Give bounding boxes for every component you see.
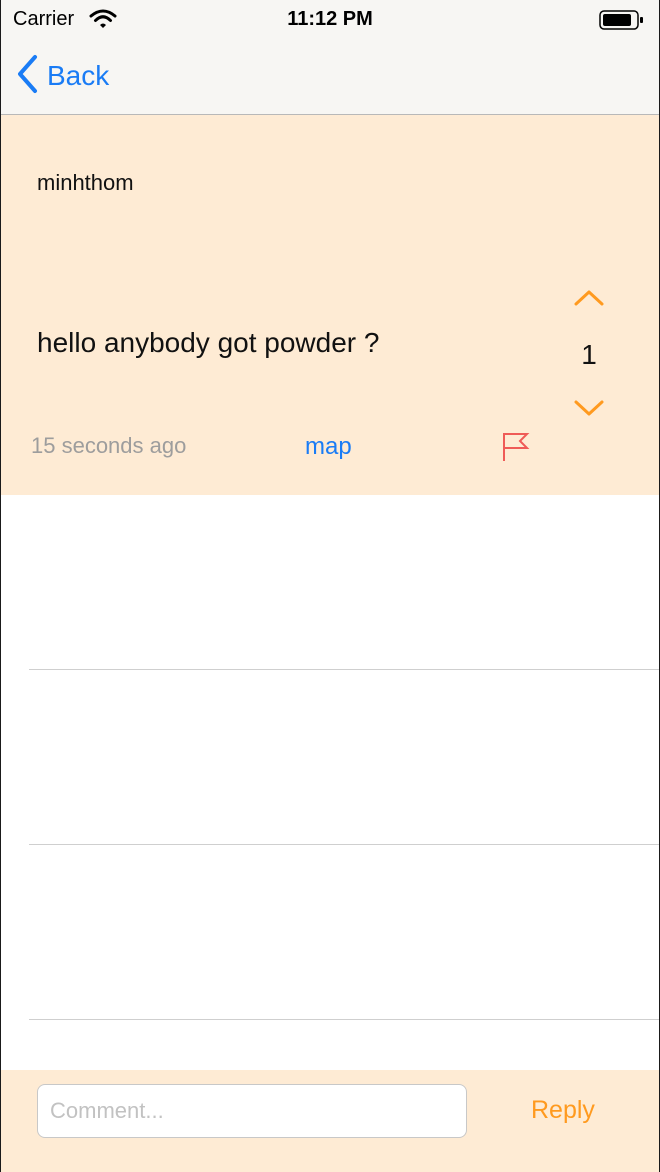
list-item[interactable] [1,670,659,845]
status-bar: Carrier 11:12 PM [1,0,659,40]
row-divider [29,1019,659,1020]
post-username: minhthom [37,170,134,195]
list-item[interactable] [1,845,659,1020]
chevron-up-icon[interactable] [573,287,605,314]
post-timestamp: 15 seconds ago [31,433,187,458]
back-label: Back [47,60,110,91]
list-item[interactable] [1,495,659,670]
battery-icon [599,10,645,35]
reply-button[interactable]: Reply [531,1096,595,1125]
chevron-left-icon [15,54,39,99]
map-link[interactable]: map [305,433,352,461]
post-card: minhthom hello anybody got powder ? 1 15… [1,115,659,495]
back-button[interactable]: Back [15,54,110,99]
comment-input[interactable] [37,1084,467,1138]
status-time: 11:12 PM [287,8,373,30]
flag-icon[interactable] [501,431,531,468]
post-message: hello anybody got powder ? [37,327,380,358]
vote-count: 1 [581,339,597,370]
chevron-down-icon[interactable] [573,397,605,424]
reply-bar: Reply [1,1070,659,1172]
post-detail-screen: Carrier 11:12 PM Back minhthom hello any… [0,0,660,1172]
navigation-bar: Back [1,40,659,115]
